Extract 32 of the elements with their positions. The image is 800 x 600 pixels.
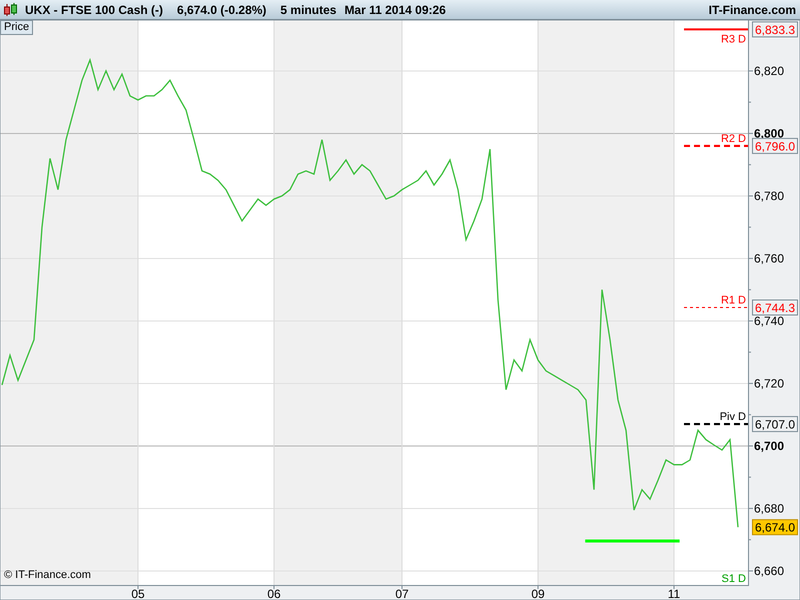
interval-label: 5 minutes bbox=[280, 2, 336, 16]
x-axis-label: 05 bbox=[131, 587, 145, 600]
x-axis-label: 11 bbox=[668, 587, 680, 600]
y-axis-label: 6,780 bbox=[754, 188, 784, 203]
price-tag: 6,796.0 bbox=[752, 138, 798, 154]
y-axis-label: 6,820 bbox=[754, 64, 784, 78]
price-tag: 6,833.3 bbox=[752, 21, 798, 38]
pivot-level-label: S1 D bbox=[722, 573, 746, 585]
y-axis-label: 6,700 bbox=[754, 438, 784, 453]
x-axis-label: 06 bbox=[267, 587, 281, 600]
panel-label: Price bbox=[0, 20, 34, 35]
pivot-level-label: R1 D bbox=[720, 294, 746, 306]
x-axis-label: 07 bbox=[395, 587, 409, 600]
pivot-level-label: Piv D bbox=[720, 411, 746, 424]
x-axis-label: 09 bbox=[531, 587, 545, 600]
price-tag: 6,707.0 bbox=[752, 416, 798, 432]
pivot-level-label: R2 D bbox=[720, 132, 746, 145]
last-price-tag: 6,674.0 bbox=[752, 519, 798, 536]
instrument-title: UKX - FTSE 100 Cash (-) bbox=[25, 2, 164, 16]
y-axis-label: 6,680 bbox=[754, 501, 784, 516]
y-axis-label: 6,800 bbox=[754, 126, 784, 140]
y-axis-label: 6,760 bbox=[754, 251, 784, 266]
brand-name: IT-Finance.com bbox=[708, 2, 796, 16]
y-axis-label: 6,720 bbox=[754, 376, 784, 390]
y-axis-label: 6,660 bbox=[754, 564, 784, 578]
timestamp: Mar 11 2014 09:26 bbox=[344, 2, 446, 16]
pivot-level-label: R3 D bbox=[720, 33, 746, 46]
y-axis-label: 6,740 bbox=[754, 314, 784, 328]
copyright-text: © IT-Finance.com bbox=[4, 569, 91, 581]
last-quote: 6,674.0 (-0.28%) bbox=[177, 2, 266, 16]
candlestick-icon bbox=[3, 2, 19, 18]
price-tag: 6,744.3 bbox=[752, 300, 798, 316]
